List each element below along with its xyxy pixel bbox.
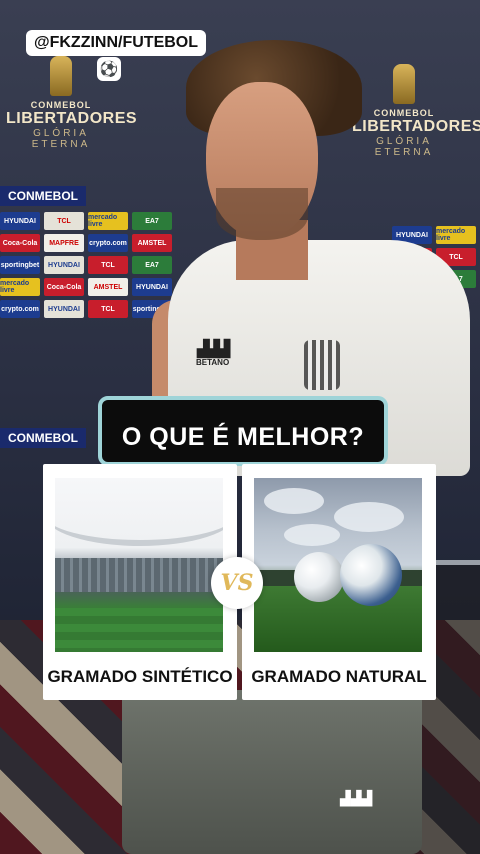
sponsor-logo: AMSTEL (132, 234, 172, 252)
sponsor-logo: TCL (44, 212, 84, 230)
quiz-question-text: O QUE É MELHOR? (121, 422, 365, 451)
sponsor-logo: EA7 (132, 212, 172, 230)
sponsor-logo: EA7 (132, 256, 172, 274)
balls-on-grass-photo (254, 478, 422, 652)
quiz-question: O QUE É MELHOR? (98, 396, 388, 466)
synthetic-pitch (55, 608, 223, 652)
trophy-icon (393, 64, 415, 104)
sponsor-logo: mercado livre (0, 278, 40, 296)
sponsor-logo: HYUNDAI (44, 300, 84, 318)
adidas-logo-icon: ▟▟▟ (340, 790, 373, 806)
libertadores-logo-right: CONMEBOL LIBERTADORES GLÓRIA ETERNA (352, 64, 480, 158)
conmebol-banner-top: CONMEBOL (0, 186, 86, 206)
football-icon (294, 552, 344, 602)
option-label: GRAMADO NATURAL (251, 667, 427, 686)
stadium-stands (55, 558, 223, 592)
account-handle: @FKZZINN/FUTEBOL (26, 30, 207, 56)
club-crest-icon (304, 340, 340, 390)
shirt-sponsor: ▟▟▟ BETANO (196, 341, 230, 368)
sponsor-logo: Coca-Cola (44, 278, 84, 296)
option-card-synthetic[interactable]: GRAMADO SINTÉTICO (43, 464, 237, 700)
trophy-icon (50, 56, 72, 96)
option-label: GRAMADO SINTÉTICO (47, 667, 233, 686)
sponsor-logo: crypto.com (0, 300, 40, 318)
natural-grass (254, 586, 422, 652)
sponsor-logo: HYUNDAI (132, 278, 172, 296)
conmebol-banner-bottom: CONMEBOL (0, 428, 86, 448)
video-frame: CONMEBOL LIBERTADORES GLÓRIA ETERNA CONM… (0, 0, 480, 854)
player-beard (216, 188, 308, 240)
cloud (334, 502, 404, 532)
option-card-natural[interactable]: GRAMADO NATURAL (242, 464, 436, 700)
sponsor-logo: MAPFRE (44, 234, 84, 252)
sponsor-logo: mercado livre (88, 212, 128, 230)
adidas-logo-icon: ▟▟▟ (197, 341, 230, 358)
sponsor-logo: crypto.com (88, 234, 128, 252)
sponsor-logo: Coca-Cola (0, 234, 40, 252)
sponsor-logo: mercado livre (436, 226, 476, 244)
cloud (264, 488, 324, 514)
sponsor-logo: TCL (88, 256, 128, 274)
sponsor-logo: sportingbet (0, 256, 40, 274)
sponsor-logo: TCL (88, 300, 128, 318)
cloud (284, 524, 340, 546)
stadium-photo (55, 478, 223, 652)
versus-badge: VS (211, 557, 263, 609)
player-shorts (122, 690, 422, 854)
sponsor-logo: HYUNDAI (0, 212, 40, 230)
sponsor-logo: AMSTEL (88, 278, 128, 296)
sponsor-wall-left: HYUNDAI TCL mercado livre EA7 Coca-Cola … (0, 212, 172, 318)
soccer-ball-icon: ⚽ (97, 57, 121, 81)
football-icon (340, 544, 402, 606)
sponsor-logo: HYUNDAI (44, 256, 84, 274)
stadium-roof (55, 484, 223, 546)
